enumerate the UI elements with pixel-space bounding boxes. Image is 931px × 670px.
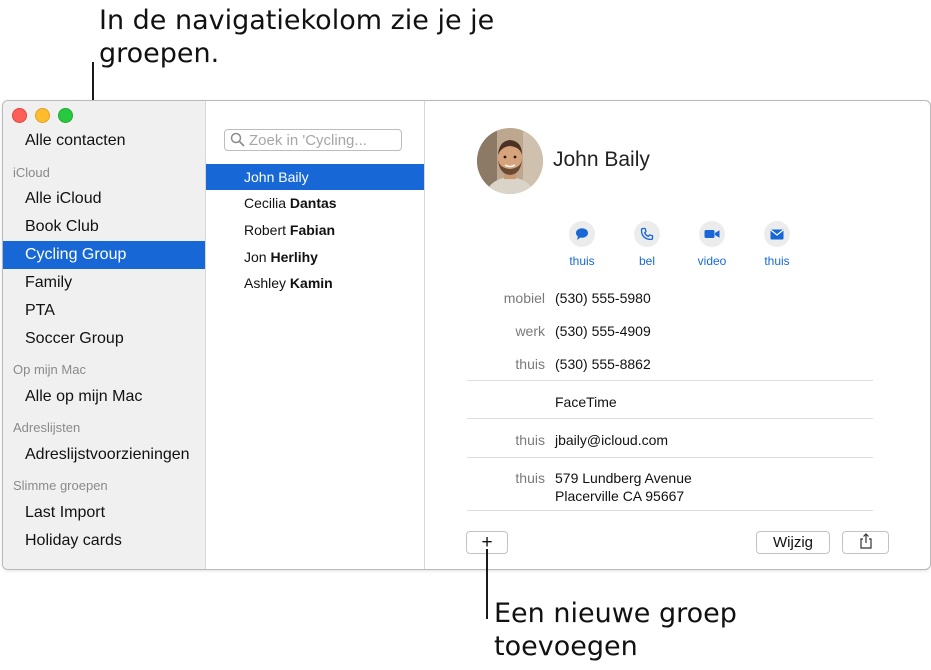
sidebar-item-pta[interactable]: PTA [3, 297, 205, 325]
contact-card: John Baily thuis bel video thuis mobiel … [425, 101, 930, 569]
sidebar-section-header: Adreslijsten [13, 420, 81, 435]
phone-home-value[interactable]: (530) 555-8862 [555, 355, 651, 373]
contact-last-name: Dantas [289, 195, 337, 211]
sidebar-item-last-import[interactable]: Last Import [3, 499, 205, 527]
sidebar-item-label: Alle iCloud [25, 190, 102, 207]
sidebar-item-label: Alle op mijn Mac [25, 388, 143, 405]
close-button[interactable] [12, 108, 27, 123]
message-action-button[interactable]: thuis [557, 221, 607, 268]
contact-row[interactable]: Cecilia Dantas [206, 190, 424, 216]
contact-row[interactable]: Ashley Kamin [206, 270, 424, 296]
sidebar-item-label: PTA [25, 302, 55, 319]
contact-row[interactable]: John Baily [206, 164, 424, 190]
address-value[interactable]: 579 Lundberg Avenue Placerville CA 95667 [555, 469, 692, 505]
sidebar-section-header: Op mijn Mac [13, 362, 86, 377]
contact-first-name: John [244, 169, 275, 185]
sidebar-item-label: Last Import [25, 504, 106, 521]
share-button[interactable] [842, 531, 889, 554]
contacts-window: Alle contacten iCloud Alle iCloud Book C… [2, 100, 931, 570]
phone-work-value[interactable]: (530) 555-4909 [555, 322, 651, 340]
field-label: werk [515, 323, 545, 339]
sidebar-item-all-icloud[interactable]: Alle iCloud [3, 185, 205, 213]
contact-last-name: Baily [278, 169, 309, 185]
divider [467, 380, 873, 381]
window-controls [12, 108, 73, 123]
contact-first-name: Jon [244, 249, 267, 265]
field-label: thuis [515, 432, 545, 448]
field-label: thuis [515, 356, 545, 372]
contact-last-name: Fabian [289, 222, 336, 238]
sidebar-item-holiday-cards[interactable]: Holiday cards [3, 527, 205, 555]
phone-mobile-value[interactable]: (530) 555-5980 [555, 289, 651, 307]
sidebar-item-directory-services[interactable]: Adreslijstvoorzieningen [3, 441, 205, 469]
sidebar-item-label: Soccer Group [25, 330, 124, 347]
contact-first-name: Ashley [244, 275, 287, 291]
callout-leader-line [486, 549, 488, 619]
sidebar-item-soccer-group[interactable]: Soccer Group [3, 325, 205, 353]
edit-button-label: Wijzig [773, 534, 813, 551]
callout-add-group: Een nieuwe groep toevoegen [494, 598, 737, 662]
divider [467, 510, 873, 511]
sidebar-item-label: Alle contacten [25, 132, 126, 149]
video-icon [699, 221, 725, 247]
search-field[interactable] [224, 129, 402, 151]
share-icon [859, 532, 873, 553]
field-label: mobiel [503, 290, 545, 306]
sidebar-item-label: Adreslijstvoorzieningen [25, 446, 190, 463]
message-icon [569, 221, 595, 247]
divider [467, 457, 873, 458]
sidebar-item-all-on-my-mac[interactable]: Alle op mijn Mac [3, 383, 205, 411]
sidebar-section-header: Slimme groepen [13, 478, 108, 493]
contact-row[interactable]: Jon Herlihy [206, 244, 424, 270]
sidebar-item-label: Holiday cards [25, 532, 122, 549]
address-line: Placerville CA 95667 [555, 488, 685, 504]
sidebar: Alle contacten iCloud Alle iCloud Book C… [3, 101, 206, 569]
action-label: bel [638, 254, 655, 268]
sidebar-item-book-club[interactable]: Book Club [3, 213, 205, 241]
mail-icon [764, 221, 790, 247]
action-label: thuis [569, 254, 595, 268]
sidebar-item-family[interactable]: Family [3, 269, 205, 297]
phone-icon [634, 221, 660, 247]
sidebar-item-cycling-group[interactable]: Cycling Group [3, 241, 205, 269]
search-icon [230, 132, 245, 152]
callout-navigation: In de navigatiekolom zie je je groepen. [99, 5, 495, 69]
sidebar-item-label: Book Club [25, 218, 99, 235]
call-action-button[interactable]: bel [622, 221, 672, 268]
action-label: thuis [764, 254, 790, 268]
zoom-button[interactable] [58, 108, 73, 123]
sidebar-item-label: Cycling Group [25, 246, 127, 263]
field-label: thuis [515, 470, 545, 486]
contact-first-name: Cecilia [244, 195, 287, 211]
sidebar-section-header: iCloud [13, 165, 50, 180]
address-line: 579 Lundberg Avenue [555, 470, 692, 486]
contact-row[interactable]: Robert Fabian [206, 217, 424, 243]
facetime-value[interactable]: FaceTime [555, 393, 617, 411]
avatar [477, 128, 543, 194]
contact-name: John Baily [553, 148, 650, 171]
email-value[interactable]: jbaily@icloud.com [555, 431, 668, 449]
mail-action-button[interactable]: thuis [752, 221, 802, 268]
divider [467, 418, 873, 419]
contact-list: John Baily Cecilia Dantas Robert Fabian … [206, 101, 425, 569]
edit-button[interactable]: Wijzig [756, 531, 830, 554]
sidebar-item-all-contacts[interactable]: Alle contacten [3, 127, 205, 155]
action-label: video [697, 254, 727, 268]
sidebar-item-label: Family [25, 274, 73, 291]
contact-last-name: Herlihy [270, 249, 318, 265]
contact-last-name: Kamin [289, 275, 333, 291]
search-input[interactable] [249, 130, 397, 150]
minimize-button[interactable] [35, 108, 50, 123]
contact-first-name: Robert [244, 222, 287, 238]
video-action-button[interactable]: video [687, 221, 737, 268]
